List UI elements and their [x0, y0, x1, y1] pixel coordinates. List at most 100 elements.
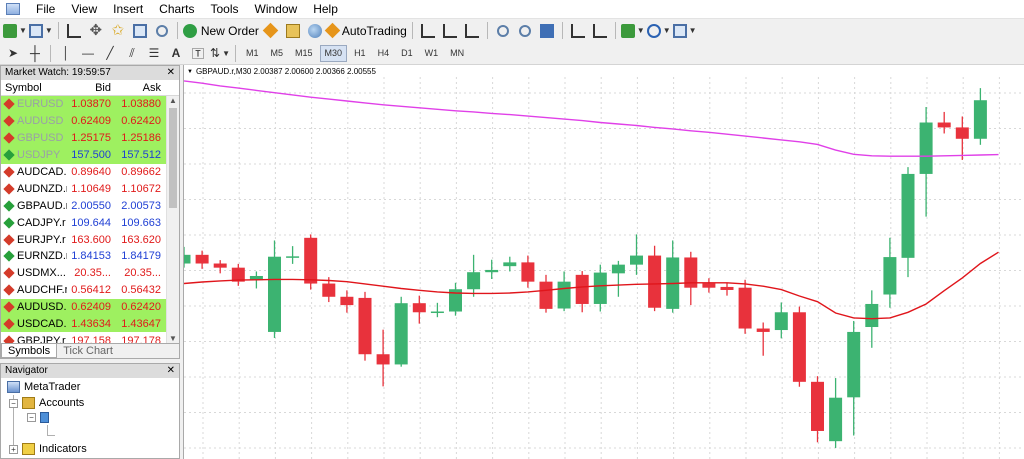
nav-item-indicators[interactable]: + Indicators [9, 443, 87, 455]
menu-help[interactable]: Help [305, 0, 346, 19]
trendline-icon: ╱ [106, 46, 114, 60]
channel-tool[interactable]: ⫽ [122, 44, 142, 63]
zoom-out-icon [518, 24, 531, 37]
menu-window[interactable]: Window [247, 0, 306, 19]
candle-bear [702, 283, 716, 288]
crosshair-tool[interactable]: ┼ [25, 44, 45, 63]
row-symbol: GBPJPY.r [1, 333, 67, 343]
ask-price: 1.03880 [121, 98, 161, 111]
bar-chart-button[interactable] [418, 21, 438, 40]
row-symbol: USDMX... [1, 265, 67, 281]
candle-bull [286, 256, 300, 258]
market-watch-row[interactable]: AUDUSD 0.62409 0.62420 [1, 112, 179, 130]
timeframe-h1[interactable]: H1 [349, 45, 371, 62]
tab-tick-chart[interactable]: Tick Chart [57, 344, 119, 358]
metaeditor-button[interactable] [261, 21, 281, 40]
arrows-tool[interactable]: ⇅ ▼ [210, 44, 230, 63]
indicators-button[interactable]: ▼ [620, 21, 645, 40]
chart-window[interactable]: ▼ GBPAUD.r,M30 2.00387 2.00600 2.00366 2… [183, 65, 1024, 459]
market-watch-row[interactable]: EURNZD.r 1.84153 1.84179 [1, 248, 179, 265]
close-icon[interactable]: ✕ [167, 66, 175, 80]
nav-item-account-server[interactable]: − [27, 412, 53, 423]
menu-file[interactable]: File [28, 0, 63, 19]
chevron-down-icon: ▼ [662, 26, 671, 35]
market-watch-row[interactable]: GBPAUD.r 2.00550 2.00573 [1, 197, 179, 214]
ask-price: 163.620 [121, 233, 161, 246]
periods-button[interactable]: ▼ [646, 21, 671, 40]
timeframe-m15[interactable]: M15 [290, 45, 318, 62]
moving-average-slow [184, 80, 999, 157]
market-watch-row[interactable]: GBPJPY.r 197.158 197.178 [1, 332, 179, 343]
timeframe-m5[interactable]: M5 [266, 45, 289, 62]
navigator-toggle[interactable]: ✩ [108, 21, 128, 40]
column-bid[interactable]: Bid [67, 80, 115, 95]
collapse-icon[interactable]: − [9, 398, 18, 408]
terminal-toggle[interactable] [130, 21, 150, 40]
market-watch-scrollbar[interactable]: ▲ ▼ [166, 96, 179, 343]
bid-price: 0.62409 [71, 115, 111, 128]
market-watch-row[interactable]: AUDUSD.r 0.62409 0.62420 [1, 298, 179, 316]
price-chart[interactable] [184, 65, 1024, 459]
nav-item-metatrader[interactable]: MetaTrader [7, 381, 80, 393]
tab-symbols[interactable]: Symbols [1, 344, 58, 358]
auto-trading-button[interactable]: AutoTrading [324, 21, 407, 40]
experts-button[interactable] [283, 21, 303, 40]
line-chart-button[interactable] [462, 21, 482, 40]
market-watch-row[interactable]: CADJPY.r 109.644 109.663 [1, 214, 179, 231]
column-ask[interactable]: Ask [115, 80, 165, 95]
menu-view[interactable]: View [63, 0, 105, 19]
symbol-name: USDMX... [17, 267, 66, 280]
tile-windows-button[interactable] [537, 21, 557, 40]
market-watch-row[interactable]: AUDCHF.r 0.56412 0.56432 [1, 282, 179, 299]
horizontal-line-tool[interactable]: — [78, 44, 98, 63]
zoom-out-button[interactable] [515, 21, 535, 40]
candle-bear [340, 296, 354, 306]
scroll-thumb[interactable] [169, 108, 177, 208]
scroll-down-icon[interactable]: ▼ [169, 334, 177, 343]
profiles-button[interactable]: ▼ [28, 21, 53, 40]
collapse-icon[interactable]: − [27, 413, 36, 422]
menu-insert[interactable]: Insert [105, 0, 151, 19]
vertical-line-tool[interactable]: │ [56, 44, 76, 63]
expand-icon[interactable]: + [9, 444, 18, 454]
new-chart-button[interactable]: ▼ [3, 21, 27, 40]
chart-shift-button[interactable] [590, 21, 610, 40]
trendline-tool[interactable]: ╱ [100, 44, 120, 63]
timeframe-m1[interactable]: M1 [241, 45, 264, 62]
market-watch-row[interactable]: EURJPY.r 163.600 163.620 [1, 231, 179, 248]
menu-tools[interactable]: Tools [203, 0, 247, 19]
community-button[interactable] [305, 21, 325, 40]
timeframe-m30[interactable]: M30 [319, 44, 348, 62]
market-watch-row[interactable]: USDCAD.r 1.43634 1.43647 [1, 315, 179, 333]
timeframe-h4[interactable]: H4 [373, 45, 395, 62]
nav-item-accounts[interactable]: − Accounts [9, 397, 84, 409]
toolbar-separator [57, 22, 59, 39]
strategy-tester-toggle[interactable] [152, 21, 172, 40]
zoom-in-button[interactable] [493, 21, 513, 40]
market-watch-row[interactable]: AUDCAD.r 0.89640 0.89662 [1, 164, 179, 181]
data-window-toggle[interactable]: ✥ [86, 21, 106, 40]
fibonacci-tool[interactable]: ☰ [144, 44, 164, 63]
timeframe-d1[interactable]: D1 [396, 45, 418, 62]
scroll-up-icon[interactable]: ▲ [169, 96, 177, 105]
market-watch-row[interactable]: AUDNZD.r 1.10649 1.10672 [1, 180, 179, 197]
text-tool[interactable]: A [166, 44, 186, 63]
auto-scroll-button[interactable] [568, 21, 588, 40]
market-watch-row[interactable]: GBPUSD 1.25175 1.25186 [1, 129, 179, 147]
candle-bear [358, 297, 372, 355]
market-watch-toggle[interactable] [64, 21, 84, 40]
new-order-button[interactable]: New Order [182, 21, 259, 40]
close-icon[interactable]: ✕ [167, 364, 175, 378]
market-watch-row[interactable]: EURUSD 1.03870 1.03880 [1, 96, 179, 113]
cursor-tool[interactable]: ➤ [3, 44, 23, 63]
candlestick-button[interactable] [440, 21, 460, 40]
menu-charts[interactable]: Charts [151, 0, 202, 19]
column-symbol[interactable]: Symbol [1, 80, 67, 95]
timeframe-w1[interactable]: W1 [420, 45, 444, 62]
timeframe-mn[interactable]: MN [445, 45, 469, 62]
text-label-tool[interactable]: 🅃 [188, 44, 208, 63]
market-watch-row[interactable]: USDMX... 20.35... 20.35... [1, 265, 179, 282]
templates-button[interactable]: ▼ [672, 21, 697, 40]
row-symbol: GBPAUD.r [1, 198, 67, 214]
market-watch-row[interactable]: USDJPY 157.500 157.512 [1, 146, 179, 164]
